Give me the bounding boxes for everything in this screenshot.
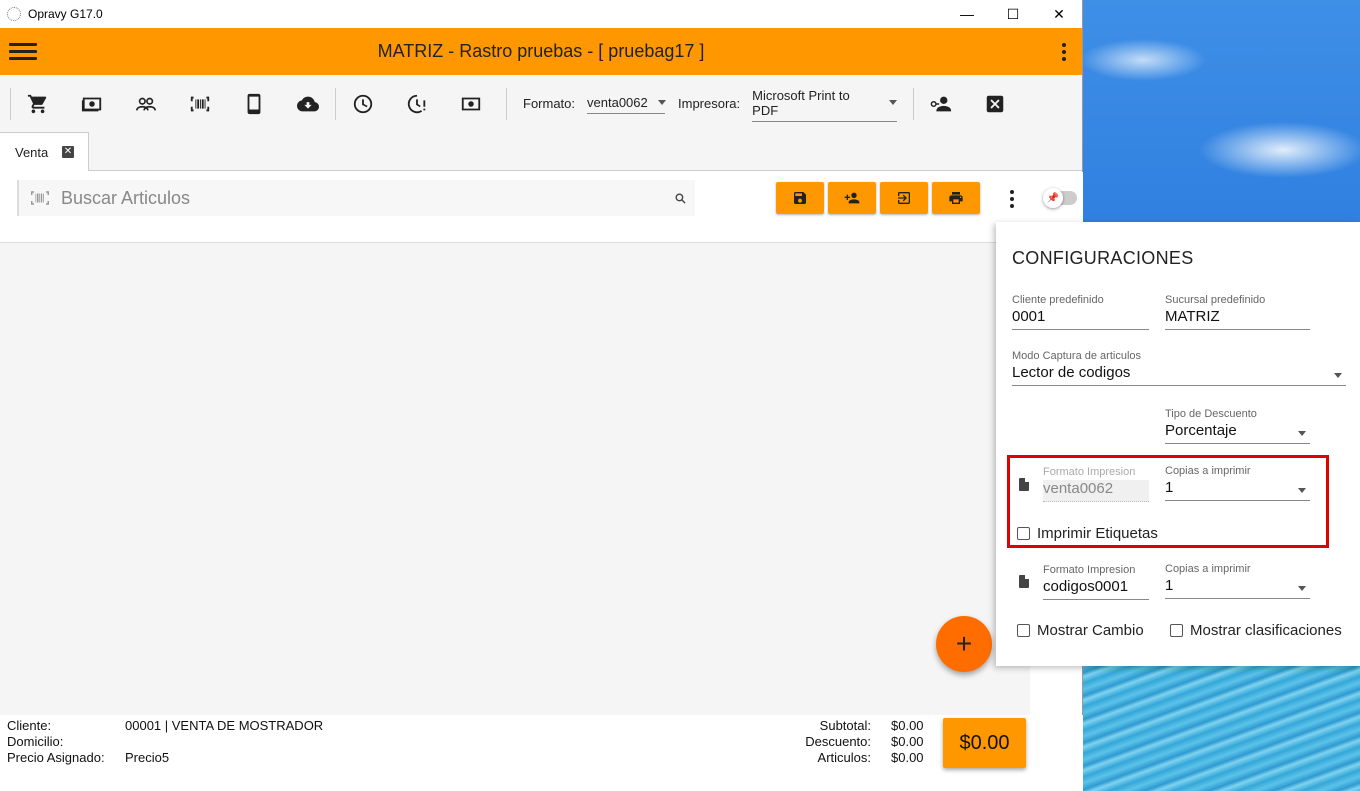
exit-button[interactable] (880, 182, 928, 214)
window-title: Opravy G17.0 (28, 7, 103, 21)
chevron-down-icon (1298, 431, 1306, 436)
divider (0, 242, 1000, 243)
save-button[interactable] (776, 182, 824, 214)
sucursal-field[interactable]: Sucursal predefinido MATRIZ (1165, 294, 1310, 330)
tablet-icon[interactable] (227, 84, 281, 124)
app-title: MATRIZ - Rastro pruebas - [ pruebag17 ] (377, 41, 705, 61)
highlight-annotation (1007, 455, 1329, 548)
print-icon (949, 192, 963, 204)
impresora-label: Impresora: (678, 96, 741, 111)
close-box-icon[interactable] (968, 84, 1022, 124)
cart-icon[interactable] (11, 84, 65, 124)
barcode-icon[interactable] (173, 84, 227, 124)
app-logo-icon (7, 7, 21, 21)
cliente-field-value: 0001 (1012, 308, 1149, 330)
articulos-label: Articulos: (817, 750, 871, 765)
impresora-select[interactable]: Microsoft Print to PDF (752, 86, 898, 122)
close-icon[interactable]: ✕ (62, 146, 74, 158)
close-button[interactable]: ✕ (1036, 0, 1082, 28)
formato-codigos-field[interactable]: Formato Impresion codigos0001 (1043, 564, 1149, 600)
sucursal-field-value: MATRIZ (1165, 308, 1310, 330)
barcode-scan-icon (31, 191, 49, 205)
sale-footer: Cliente: 00001 | VENTA DE MOSTRADOR Domi… (0, 715, 1083, 791)
descuento-label: Descuento: (805, 734, 871, 749)
formato-label: Formato: (523, 96, 576, 111)
tab-venta[interactable]: Venta ✕ (0, 132, 89, 171)
search-box[interactable]: Buscar Articulos (17, 180, 695, 216)
tab-bar: Venta ✕ (0, 132, 1082, 171)
formato-codigos-label: Formato Impresion (1043, 564, 1136, 576)
assign-user-icon[interactable] (914, 84, 968, 124)
modo-captura-select[interactable]: Modo Captura de articulos Lector de codi… (1012, 350, 1346, 386)
cliente-field[interactable]: Cliente predefinido 0001 (1012, 294, 1149, 330)
more-vert-icon[interactable] (1062, 43, 1066, 61)
person-add-icon (844, 192, 860, 204)
formato-codigos-value: codigos0001 (1043, 578, 1149, 600)
add-fab-button[interactable]: + (936, 616, 992, 672)
mostrar-clasificaciones-checkbox[interactable]: Mostrar clasificaciones (1170, 622, 1342, 639)
search-input[interactable]: Buscar Articulos (61, 188, 190, 209)
mostrar-cambio-checkbox[interactable]: Mostrar Cambio (1017, 622, 1144, 639)
copias-codigos-label: Copias a imprimir (1165, 563, 1251, 575)
clock-alert-icon[interactable] (390, 84, 444, 124)
desktop-water-image (1083, 660, 1360, 791)
toolbar-divider (506, 87, 507, 120)
copias-codigos-value: 1 (1165, 577, 1174, 594)
modo-captura-label: Modo Captura de articulos (1012, 350, 1142, 362)
tab-label: Venta (15, 144, 49, 160)
checkbox-icon (1017, 624, 1030, 637)
print-button[interactable] (932, 182, 980, 214)
save-icon (794, 192, 806, 204)
impresora-value: Microsoft Print to PDF (752, 87, 850, 118)
pin-toggle[interactable]: 📌 (1043, 188, 1077, 208)
money-icon[interactable] (444, 84, 498, 124)
chevron-down-icon (889, 100, 898, 105)
mostrar-cambio-label: Mostrar Cambio (1037, 622, 1144, 639)
articulos-value: $0.00 (891, 750, 924, 765)
more-vert-icon[interactable] (1010, 190, 1014, 208)
document-icon (1019, 575, 1029, 588)
search-icon[interactable] (674, 192, 687, 205)
config-panel: CONFIGURACIONES Cliente predefinido 0001… (996, 222, 1360, 666)
cash-icon[interactable] (65, 84, 119, 124)
maximize-button[interactable]: ☐ (990, 0, 1036, 28)
config-title: CONFIGURACIONES (1012, 248, 1194, 268)
modo-captura-value: Lector de codigos (1012, 364, 1131, 381)
chevron-down-icon (657, 100, 666, 105)
tipo-descuento-value: Porcentaje (1165, 422, 1237, 439)
sucursal-field-label: Sucursal predefinido (1165, 294, 1266, 306)
sale-items-area (0, 226, 1030, 715)
formato-value: venta0062 (587, 95, 648, 110)
app-window: Opravy G17.0 — ☐ ✕ MATRIZ - Rastro prueb… (0, 0, 1083, 791)
users-icon[interactable] (119, 84, 173, 124)
tipo-descuento-select[interactable]: Tipo de Descuento Porcentaje (1165, 408, 1310, 444)
copias-codigos-select[interactable]: Copias a imprimir 1 (1165, 563, 1310, 599)
tipo-descuento-label: Tipo de Descuento (1165, 408, 1257, 420)
search-row: Buscar Articulos 📌 (0, 172, 1083, 226)
mostrar-clasificaciones-label: Mostrar clasificaciones (1190, 622, 1342, 639)
exit-icon (898, 192, 910, 204)
total-button[interactable]: $0.00 (943, 718, 1026, 768)
title-bar: Opravy G17.0 — ☐ ✕ (0, 0, 1082, 28)
descuento-value: $0.00 (891, 734, 924, 749)
cloud-sync-icon[interactable] (281, 84, 335, 124)
chevron-down-icon (1298, 586, 1306, 591)
pin-icon: 📌 (1043, 188, 1063, 208)
minimize-button[interactable]: — (944, 0, 990, 28)
chevron-down-icon (1334, 373, 1342, 378)
subtotal-label: Subtotal: (819, 718, 871, 733)
cliente-field-label: Cliente predefinido (1012, 294, 1104, 306)
toolbar: Formato: venta0062 Impresora: Microsoft … (0, 75, 1082, 132)
subtotal-value: $0.00 (891, 718, 924, 733)
app-bar: MATRIZ - Rastro pruebas - [ pruebag17 ] (0, 28, 1082, 75)
clock-icon[interactable] (336, 84, 390, 124)
add-client-button[interactable] (828, 182, 876, 214)
formato-select[interactable]: venta0062 (587, 93, 666, 114)
checkbox-icon (1170, 624, 1183, 637)
